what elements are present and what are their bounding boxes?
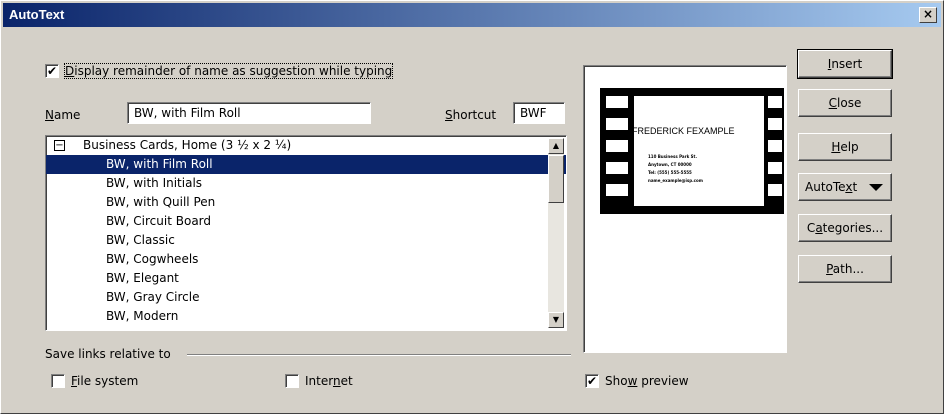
collapse-icon[interactable]: − — [54, 140, 65, 151]
autotext-menu-button[interactable]: AutoText — [798, 173, 892, 201]
scroll-thumb[interactable] — [548, 155, 564, 203]
show-preview-check-icon: ✔ — [585, 374, 599, 388]
close-window-button[interactable]: × — [919, 7, 937, 23]
category-row[interactable]: − Business Cards, Home (3 ½ x 2 ¼) — [46, 136, 566, 155]
list-item[interactable]: BW, Elegant — [46, 269, 566, 288]
list-item[interactable]: BW, with Film Roll — [46, 155, 566, 174]
autotext-tree-list[interactable]: − Business Cards, Home (3 ½ x 2 ¼) BW, wi… — [45, 135, 567, 331]
close-icon: × — [922, 7, 934, 21]
card-line: Anytown, CT 00000 — [648, 162, 692, 167]
categories-button[interactable]: Categories... — [798, 214, 892, 242]
shortcut-input[interactable]: BWF — [513, 102, 565, 124]
internet-checkbox[interactable]: Internet — [285, 374, 353, 388]
card-line: 110 Business Park St. — [648, 154, 697, 159]
card-line: Tel: (555) 555-5555 — [648, 170, 692, 175]
list-item[interactable]: BW, Gray Circle — [46, 288, 566, 307]
internet-label: Internet — [305, 374, 353, 388]
file-system-checkbox[interactable]: File system — [51, 374, 138, 388]
list-item[interactable]: BW, Classic — [46, 231, 566, 250]
save-links-label: Save links relative to — [45, 347, 171, 361]
preview-pane: FREDERICK FEXAMPLE 110 Business Park St.… — [583, 65, 787, 353]
suggestion-label: Display remainder of name as suggestion … — [63, 63, 394, 79]
film-roll-card-image — [600, 88, 784, 214]
dropdown-arrow-icon — [869, 184, 883, 191]
title-bar: AutoText × — [3, 3, 941, 27]
scroll-down-icon[interactable]: ▼ — [548, 312, 564, 328]
list-item[interactable]: BW, Cogwheels — [46, 250, 566, 269]
suggestion-checkbox[interactable]: ✔ Display remainder of name as suggestio… — [45, 63, 394, 79]
list-item[interactable]: BW, Circuit Board — [46, 212, 566, 231]
card-line: name_example@isp.com — [648, 178, 703, 183]
window-title: AutoText — [9, 7, 65, 22]
list-item[interactable]: BW, with Quill Pen — [46, 193, 566, 212]
category-label: Business Cards, Home (3 ½ x 2 ¼) — [83, 138, 292, 152]
autotext-dialog: AutoText × ✔ Display remainder of name a… — [0, 0, 944, 414]
close-button[interactable]: Close — [798, 89, 892, 117]
file-system-box — [51, 374, 65, 388]
scroll-up-icon[interactable]: ▲ — [548, 138, 564, 154]
card-name: FREDERICK FEXAMPLE — [632, 126, 735, 136]
suggestion-check-icon: ✔ — [45, 64, 59, 78]
autotext-menu-label: AutoText — [805, 180, 858, 194]
file-system-label: File system — [71, 374, 139, 388]
help-button[interactable]: Help — [798, 133, 892, 161]
path-button[interactable]: Path... — [798, 255, 892, 283]
group-divider — [187, 354, 571, 356]
show-preview-label: Show preview — [605, 374, 689, 388]
shortcut-label: Shortcut — [445, 108, 497, 122]
show-preview-checkbox[interactable]: ✔ Show preview — [585, 374, 689, 388]
name-input[interactable]: BW, with Film Roll — [127, 102, 371, 124]
internet-box — [285, 374, 299, 388]
list-item[interactable]: BW, with Initials — [46, 174, 566, 193]
list-item[interactable]: BW, Modern — [46, 307, 566, 326]
list-scrollbar[interactable]: ▲ ▼ — [548, 138, 564, 328]
insert-button[interactable]: Insert — [797, 49, 893, 79]
name-label: Name — [45, 108, 81, 122]
